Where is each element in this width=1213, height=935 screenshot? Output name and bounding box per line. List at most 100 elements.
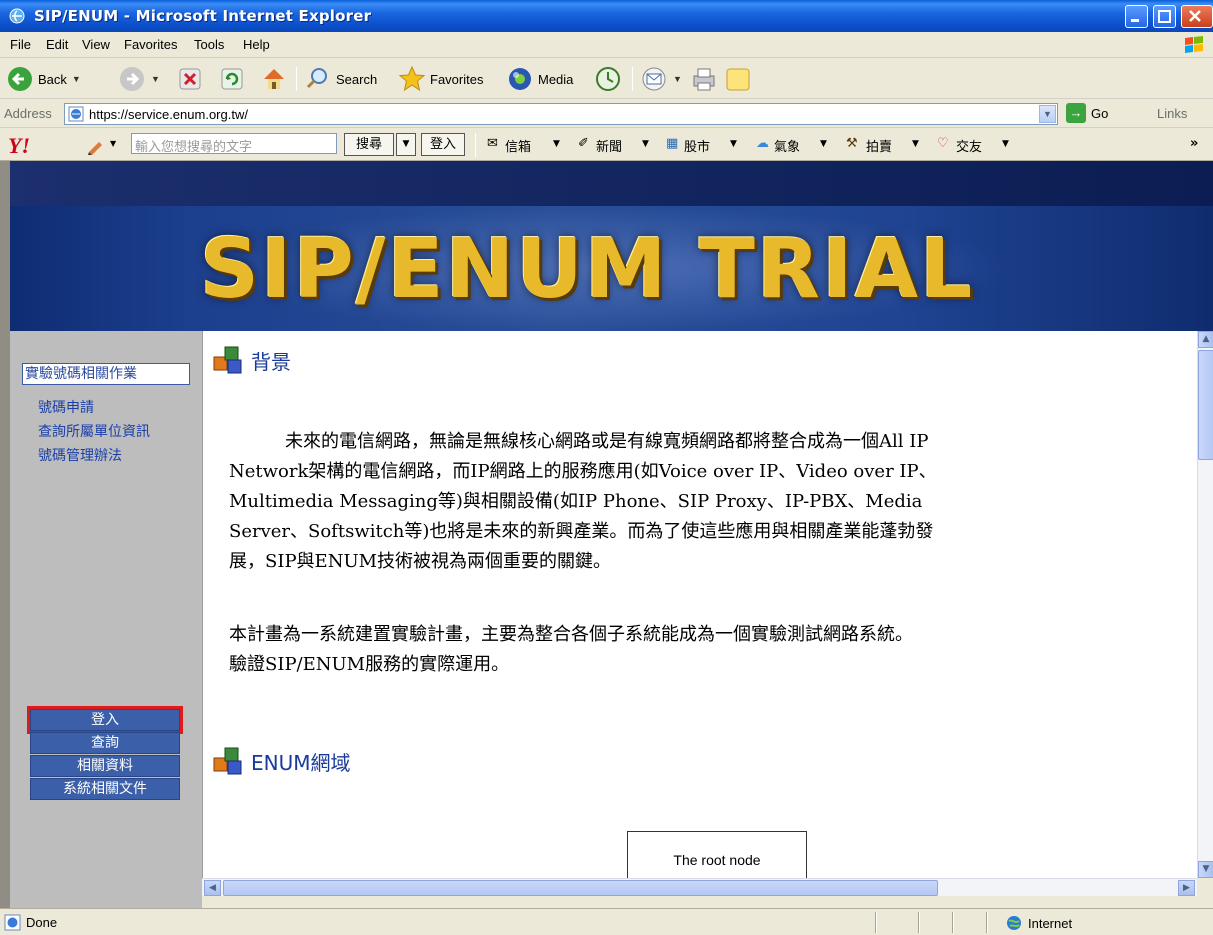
- menu-edit[interactable]: Edit: [46, 37, 68, 52]
- vertical-scrollbar[interactable]: ▲ ▼: [1197, 331, 1213, 878]
- dropdown-arrow-icon[interactable]: ▼: [72, 74, 81, 84]
- status-separator: [986, 912, 988, 933]
- star-icon: [398, 65, 426, 92]
- vertical-scroll-thumb[interactable]: [1198, 350, 1213, 460]
- horizontal-scroll-thumb[interactable]: [223, 880, 938, 896]
- media-label: Media: [538, 71, 574, 87]
- yahoo-news-link[interactable]: 新聞: [596, 136, 622, 155]
- note-icon: [726, 68, 750, 91]
- login-button[interactable]: 登入: [27, 706, 183, 734]
- menu-favorites[interactable]: Favorites: [124, 37, 177, 52]
- go-label: Go: [1091, 105, 1109, 121]
- maximize-icon: [1158, 10, 1171, 23]
- yahoo-auction-link[interactable]: 拍賣: [866, 136, 892, 155]
- weather-icon: ☁: [756, 136, 769, 151]
- yahoo-search-button[interactable]: 搜尋: [344, 133, 394, 156]
- background-line-2: Network架構的電信網路，而IP網路上的服務應用(如Voice over I…: [229, 461, 937, 482]
- site-banner: SIP/ENUM TRIAL: [10, 206, 1213, 331]
- address-input[interactable]: https://service.enum.org.tw/ ▼: [64, 103, 1058, 125]
- dropdown-arrow-icon[interactable]: ▼: [642, 139, 649, 149]
- horizontal-scrollbar[interactable]: ◀ ▶: [202, 878, 1197, 896]
- mail-button[interactable]: ▼: [640, 65, 682, 93]
- go-button[interactable]: → Go: [1066, 103, 1108, 123]
- cubes-icon: [213, 747, 242, 775]
- background-line-1: 未來的電信網路，無論是無線核心網路或是有線寬頻網路都將整合成為一個All IP: [285, 431, 929, 452]
- dropdown-arrow-icon[interactable]: ▼: [110, 139, 116, 148]
- dropdown-arrow-icon[interactable]: ▼: [1002, 139, 1009, 149]
- refresh-button[interactable]: [220, 65, 244, 93]
- media-button[interactable]: Media: [506, 65, 573, 93]
- back-label: Back: [38, 71, 67, 87]
- sidebar-heading[interactable]: 實驗號碼相關作業: [22, 363, 190, 385]
- yahoo-weather-link[interactable]: 氣象: [774, 136, 800, 155]
- menu-help[interactable]: Help: [243, 37, 270, 52]
- scroll-down-icon[interactable]: ▼: [1198, 861, 1213, 878]
- printer-icon: [693, 68, 715, 91]
- dropdown-arrow-icon[interactable]: ▼: [912, 139, 919, 149]
- yahoo-stock-link[interactable]: 股市: [684, 136, 710, 155]
- page-icon: [68, 106, 84, 122]
- yahoo-toolbar: Y! ▼ 輸入您想搜尋的文字 搜尋 ▼ 登入 ✉ 信箱 ▼ ✐ 新聞 ▼ ▦ 股…: [0, 129, 1213, 161]
- favorites-button[interactable]: Favorites: [398, 65, 483, 93]
- toolbar-separator: [632, 67, 633, 91]
- sidebar-link-unit-info[interactable]: 查詢所屬單位資訊: [38, 421, 150, 441]
- window-title: SIP/ENUM - Microsoft Internet Explorer: [34, 7, 372, 25]
- minimize-button[interactable]: [1125, 5, 1148, 28]
- yahoo-mail-link[interactable]: 信箱: [505, 136, 531, 155]
- cubes-icon: [213, 346, 242, 374]
- frame-edge: [0, 161, 10, 908]
- toolbar-separator: [296, 67, 297, 91]
- yahoo-logo[interactable]: Y!: [8, 133, 30, 159]
- sidebar-link-apply[interactable]: 號碼申請: [38, 397, 94, 417]
- forward-button[interactable]: ▼: [118, 65, 160, 93]
- maximize-button[interactable]: [1153, 5, 1176, 28]
- history-button[interactable]: [594, 65, 622, 93]
- dropdown-arrow-icon[interactable]: ▼: [820, 139, 827, 149]
- status-bar: Done Internet: [0, 908, 1213, 935]
- main-content: 背景 未來的電信網路，無論是無線核心網路或是有線寬頻網路都將整合成為一個All …: [202, 331, 1197, 878]
- edit-button[interactable]: [724, 65, 752, 93]
- query-button[interactable]: 查詢: [30, 732, 180, 754]
- stop-button[interactable]: [178, 65, 202, 93]
- home-button[interactable]: [260, 65, 288, 93]
- pencil-icon[interactable]: [86, 137, 108, 155]
- yahoo-search-dropdown-icon[interactable]: ▼: [396, 133, 416, 156]
- links-button[interactable]: Links: [1157, 106, 1187, 121]
- address-bar: Address https://service.enum.org.tw/ ▼ →…: [0, 100, 1213, 128]
- sidebar-link-rules[interactable]: 號碼管理辦法: [38, 445, 122, 465]
- scroll-left-icon[interactable]: ◀: [204, 880, 221, 896]
- toolbar-overflow-button[interactable]: »: [1190, 136, 1198, 151]
- yahoo-search-input[interactable]: 輸入您想搜尋的文字: [131, 133, 337, 155]
- section-enum-title: ENUM網域: [211, 744, 351, 778]
- status-text: Done: [26, 915, 58, 930]
- address-dropdown-icon[interactable]: ▼: [1039, 105, 1056, 123]
- browser-window: SIP/ENUM - Microsoft Internet Explorer F…: [0, 0, 1213, 935]
- related-info-button[interactable]: 相關資料: [30, 755, 180, 777]
- go-arrow-icon: →: [1066, 103, 1086, 123]
- scroll-right-icon[interactable]: ▶: [1178, 880, 1195, 896]
- close-button[interactable]: [1181, 5, 1213, 28]
- root-node-box: The root node: [627, 831, 807, 878]
- search-button[interactable]: Search: [304, 65, 377, 93]
- forward-arrow-icon: [120, 67, 144, 91]
- page-done-icon: [4, 914, 21, 931]
- dropdown-arrow-icon[interactable]: ▼: [730, 139, 737, 149]
- system-docs-button[interactable]: 系統相關文件: [30, 778, 180, 800]
- address-url: https://service.enum.org.tw/: [89, 107, 248, 122]
- yahoo-dating-link[interactable]: 交友: [956, 136, 982, 155]
- minimize-icon: [1131, 19, 1139, 22]
- title-bar[interactable]: SIP/ENUM - Microsoft Internet Explorer: [0, 0, 1213, 32]
- dropdown-arrow-icon[interactable]: ▼: [673, 74, 682, 84]
- yahoo-login-button[interactable]: 登入: [421, 133, 465, 156]
- dropdown-arrow-icon[interactable]: ▼: [553, 139, 560, 149]
- menu-view[interactable]: View: [82, 37, 110, 52]
- back-button[interactable]: Back ▼: [6, 65, 81, 93]
- scroll-up-icon[interactable]: ▲: [1198, 331, 1213, 348]
- dropdown-arrow-icon[interactable]: ▼: [151, 74, 160, 84]
- stock-icon: ▦: [666, 136, 679, 151]
- menu-file[interactable]: File: [10, 37, 31, 52]
- banner-top-strip: [0, 161, 1213, 206]
- print-button[interactable]: [690, 65, 718, 93]
- menu-bar: File Edit View Favorites Tools Help: [0, 32, 1213, 58]
- menu-tools[interactable]: Tools: [194, 37, 224, 52]
